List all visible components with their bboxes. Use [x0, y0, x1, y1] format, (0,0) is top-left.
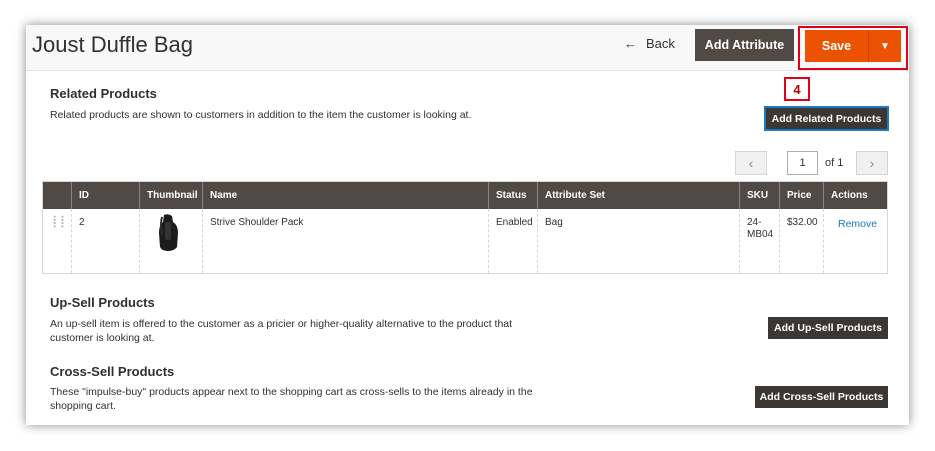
row-sku-line2: MB04	[747, 229, 774, 240]
column-header-price[interactable]: Price	[779, 182, 823, 209]
add-crosssell-products-button[interactable]: Add Cross-Sell Products	[755, 386, 888, 408]
save-dropdown-toggle[interactable]: ▼	[869, 30, 901, 62]
column-header-attribute-set[interactable]: Attribute Set	[537, 182, 739, 209]
related-products-description: Related products are shown to customers …	[50, 109, 472, 121]
chevron-left-icon: ‹	[748, 155, 754, 171]
backpack-thumbnail-icon	[159, 214, 178, 251]
row-attribute-set: Bag	[537, 209, 739, 273]
pager-of-label: of 1	[825, 157, 844, 169]
product-edit-panel: Joust Duffle Bag ← Back Add Attribute Sav…	[26, 25, 909, 425]
pager-prev-button[interactable]: ‹	[735, 151, 767, 175]
drag-handle-icon: ⡇⡇	[52, 214, 69, 228]
page-header: Joust Duffle Bag ← Back Add Attribute Sav…	[26, 25, 909, 71]
row-name: Strive Shoulder Pack	[202, 209, 488, 273]
save-split-button: Save ▼	[805, 30, 901, 62]
crosssell-description-line2: shopping cart.	[50, 400, 116, 412]
column-header-actions: Actions	[823, 182, 889, 209]
column-header-sku[interactable]: SKU	[739, 182, 779, 209]
add-upsell-products-button[interactable]: Add Up-Sell Products	[768, 317, 888, 339]
row-thumbnail	[139, 209, 202, 273]
related-products-grid: ID Thumbnail Name Status Attribute Set S…	[42, 181, 888, 274]
remove-link[interactable]: Remove	[838, 218, 877, 230]
pager-next-button[interactable]: ›	[856, 151, 888, 175]
page-title: Joust Duffle Bag	[32, 32, 194, 57]
row-actions: Remove	[823, 209, 889, 273]
crosssell-description-line1: These "impulse-buy" products appear next…	[50, 386, 533, 398]
chevron-right-icon: ›	[869, 155, 875, 171]
grid-header-row: ID Thumbnail Name Status Attribute Set S…	[43, 182, 887, 209]
pager-page-input[interactable]: 1	[787, 151, 818, 175]
back-label: Back	[646, 36, 675, 51]
save-button[interactable]: Save	[805, 30, 869, 62]
row-sku-line1: 24-	[747, 217, 762, 228]
upsell-description-line2: customer is looking at.	[50, 332, 155, 344]
crosssell-products-title: Cross-Sell Products	[50, 364, 175, 379]
back-button[interactable]: ← Back	[624, 36, 675, 51]
related-products-title: Related Products	[50, 86, 157, 101]
drag-handle-cell[interactable]: ⡇⡇	[43, 209, 71, 273]
back-arrow-icon: ←	[624, 36, 637, 51]
row-status: Enabled	[488, 209, 537, 273]
crosssell-products-description: These "impulse-buy" products appear next…	[50, 385, 533, 413]
column-header-thumbnail: Thumbnail	[139, 182, 202, 209]
upsell-products-description: An up-sell item is offered to the custom…	[50, 317, 512, 345]
column-header-status[interactable]: Status	[488, 182, 537, 209]
add-attribute-button[interactable]: Add Attribute	[695, 29, 794, 61]
row-price: $32.00	[779, 209, 823, 273]
row-sku: 24- MB04	[739, 209, 779, 273]
upsell-description-line1: An up-sell item is offered to the custom…	[50, 318, 513, 330]
column-header-drag	[43, 182, 71, 209]
column-header-id[interactable]: ID	[71, 182, 139, 209]
row-id: 2	[71, 209, 139, 273]
step-badge: 4	[784, 77, 810, 101]
upsell-products-title: Up-Sell Products	[50, 295, 155, 310]
add-related-products-button[interactable]: Add Related Products	[764, 106, 889, 131]
column-header-name[interactable]: Name	[202, 182, 488, 209]
caret-down-icon: ▼	[880, 40, 890, 52]
